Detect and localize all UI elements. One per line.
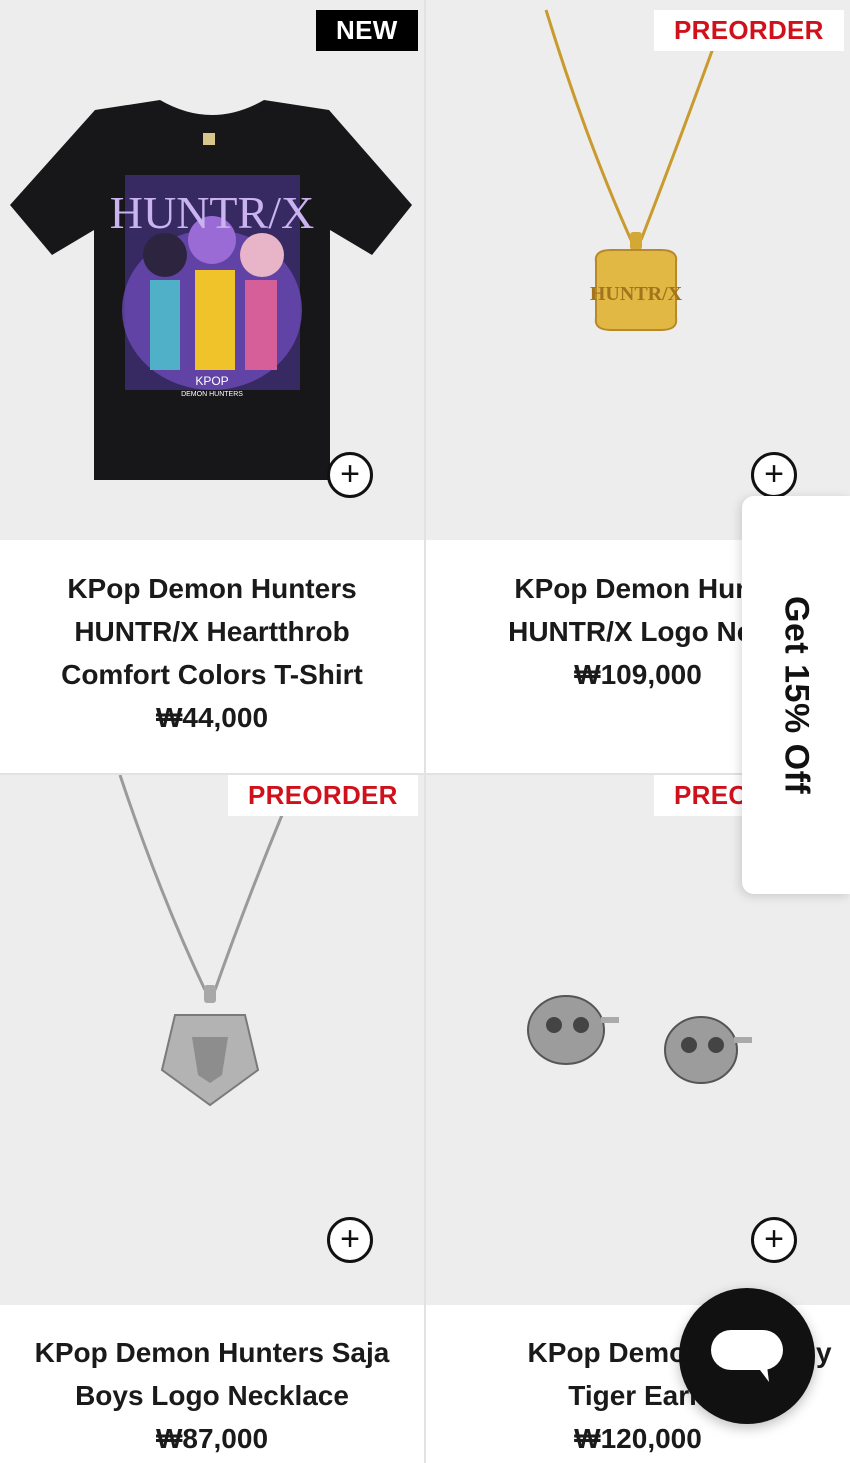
plus-icon: + [340, 1219, 360, 1258]
product-card[interactable]: PREORDER + KPop Demon Hunters Saja Boys … [0, 775, 424, 1463]
chat-button[interactable] [679, 1288, 815, 1424]
plus-icon: + [764, 454, 784, 493]
product-name-line: KPop Demon Hunters Saja [34, 1337, 390, 1368]
shirt-logo: KPOP [195, 374, 228, 388]
product-name-tail: y [816, 1337, 832, 1368]
plus-icon: + [764, 1219, 784, 1258]
product-info[interactable]: KPop Demon Hunters HUNTR/X Heartthrob Co… [0, 567, 424, 739]
product-price: ₩44,000 [155, 702, 269, 733]
product-name-line: Comfort Colors T-Shirt [61, 659, 363, 690]
product-name-line: Boys Logo Necklace [75, 1380, 349, 1411]
preorder-badge: PREORDER [654, 10, 844, 51]
plus-icon: + [340, 454, 360, 493]
product-card[interactable]: HUNTR/X KPOP DEMON HUNTERS NEW + KPop De… [0, 0, 424, 773]
add-to-cart-button[interactable]: + [327, 1217, 373, 1263]
product-name-line: KPop Demon Hunters [67, 573, 357, 604]
grid-divider [424, 0, 426, 1463]
product-price: ₩120,000 [574, 1423, 702, 1454]
product-info[interactable]: KPop Demon Hunters Saja Boys Logo Neckla… [0, 1331, 424, 1460]
pendant-text: HUNTR/X [590, 283, 683, 305]
add-to-cart-button[interactable]: + [751, 1217, 797, 1263]
shirt-title: HUNTR/X [110, 187, 314, 238]
add-to-cart-button[interactable]: + [327, 452, 373, 498]
new-badge: NEW [316, 10, 418, 51]
shirt-logo-sub: DEMON HUNTERS [181, 391, 243, 398]
add-to-cart-button[interactable]: + [751, 452, 797, 498]
product-price: ₩87,000 [155, 1423, 269, 1454]
product-grid: HUNTR/X KPOP DEMON HUNTERS NEW + KPop De… [0, 0, 850, 1463]
product-name-line: HUNTR/X Heartthrob [74, 616, 350, 647]
preorder-badge: PREORDER [228, 775, 418, 816]
chat-bubble-icon [711, 1330, 783, 1382]
grid-divider [0, 773, 850, 775]
discount-promo-tab[interactable]: Get 15% Off [742, 496, 850, 894]
promo-label: Get 15% Off [777, 595, 816, 795]
